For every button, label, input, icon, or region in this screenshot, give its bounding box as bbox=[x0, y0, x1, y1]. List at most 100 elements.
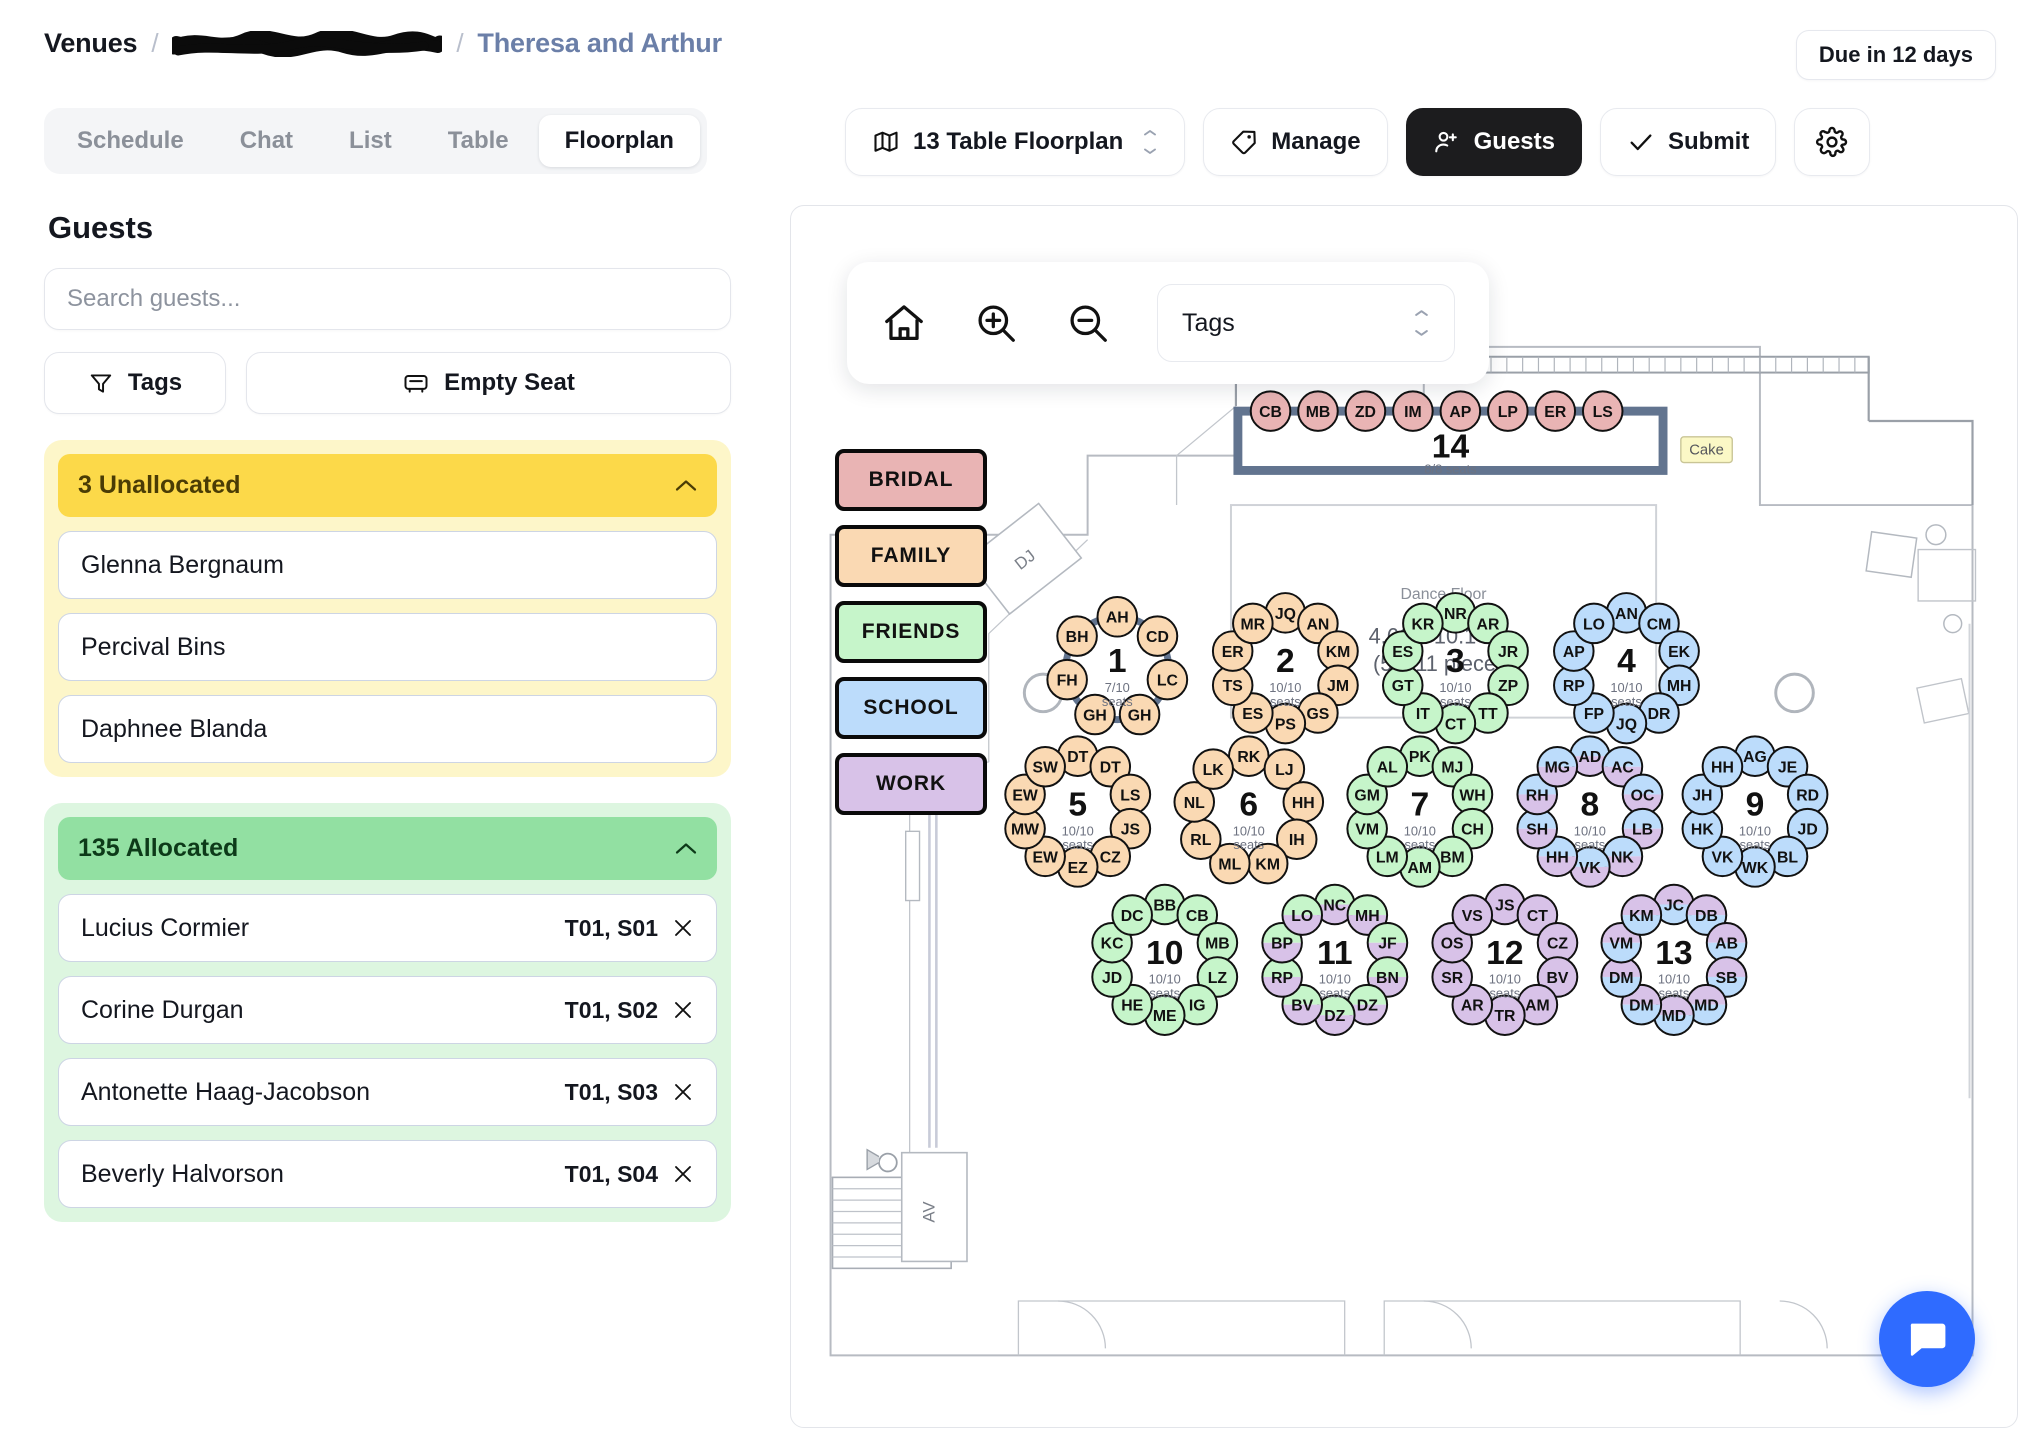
svg-text:HE: HE bbox=[1121, 998, 1143, 1015]
svg-text:LS: LS bbox=[1593, 404, 1613, 421]
unallocated-group-header[interactable]: 3 Unallocated bbox=[58, 454, 717, 517]
breadcrumb-current-event[interactable]: Theresa and Arthur bbox=[477, 28, 722, 59]
svg-text:KM: KM bbox=[1629, 908, 1654, 925]
svg-text:BH: BH bbox=[1066, 629, 1089, 646]
guests-button[interactable]: Guests bbox=[1405, 108, 1582, 176]
svg-text:PS: PS bbox=[1275, 716, 1296, 733]
table-11[interactable]: NC MH JF BN DZ DZ BV RP BP LO1110/10seats bbox=[1261, 883, 1409, 1036]
tag-chip-friends[interactable]: FRIENDS bbox=[835, 601, 987, 663]
remove-icon[interactable] bbox=[672, 1081, 694, 1103]
table-8[interactable]: AD AC OC LB NK VK HH SH RH MG 810/10seats bbox=[1516, 735, 1664, 888]
svg-text:seats: seats bbox=[1102, 694, 1133, 709]
svg-text:CT: CT bbox=[1527, 908, 1548, 925]
table-14[interactable]: CB MB ZD IM AP LP ER LS 148/8 seats bbox=[1233, 390, 1668, 476]
svg-text:10/10: 10/10 bbox=[1062, 823, 1094, 838]
svg-text:HH: HH bbox=[1292, 795, 1315, 812]
tag-chip-family[interactable]: FAMILY bbox=[835, 525, 987, 587]
svg-text:seats: seats bbox=[1740, 837, 1771, 852]
svg-text:VK: VK bbox=[1711, 849, 1734, 866]
svg-text:ZD: ZD bbox=[1355, 404, 1376, 421]
tag-chip-work[interactable]: WORK bbox=[835, 753, 987, 815]
empty-seat-button[interactable]: Empty Seat bbox=[246, 352, 731, 414]
remove-icon[interactable] bbox=[672, 1163, 694, 1185]
svg-text:EZ: EZ bbox=[1068, 860, 1089, 877]
tab-floorplan[interactable]: Floorplan bbox=[538, 115, 700, 167]
svg-text:10/10: 10/10 bbox=[1739, 823, 1771, 838]
allocated-group-header[interactable]: 135 Allocated bbox=[58, 817, 717, 880]
zoom-in-icon[interactable] bbox=[973, 300, 1019, 346]
breadcrumb-redacted-venue[interactable] bbox=[172, 30, 443, 57]
svg-text:10/10: 10/10 bbox=[1233, 823, 1265, 838]
table-6[interactable]: RK LJ HH IH KM ML RL NL LK 610/10seats bbox=[1173, 735, 1325, 885]
svg-text:AN: AN bbox=[1306, 616, 1329, 633]
svg-text:GS: GS bbox=[1306, 706, 1329, 723]
nav-row: Schedule Chat List Table Floorplan 13 Ta… bbox=[0, 105, 2036, 185]
svg-text:5: 5 bbox=[1068, 787, 1087, 824]
tag-chip-bridal[interactable]: BRIDAL bbox=[835, 449, 987, 511]
svg-text:AM: AM bbox=[1408, 860, 1433, 877]
floorplan-select[interactable]: 13 Table Floorplan bbox=[845, 108, 1186, 176]
table-2[interactable]: JQ AN KM JM GS PS ES TS ER MR 210/10seats bbox=[1211, 592, 1359, 745]
tab-schedule[interactable]: Schedule bbox=[51, 115, 210, 167]
floorplan-canvas[interactable]: DJ AV Dance Floor 4.61 x 10.142m (5 x 11 pie… bbox=[790, 205, 2018, 1428]
svg-text:ML: ML bbox=[1218, 857, 1241, 874]
list-item[interactable]: Glenna Bergnaum bbox=[58, 531, 717, 599]
submit-label: Submit bbox=[1668, 128, 1750, 155]
list-item[interactable]: Antonette Haag-Jacobson T01, S03 bbox=[58, 1058, 717, 1126]
guest-seat-label: T01, S04 bbox=[564, 1160, 658, 1187]
tab-list[interactable]: List bbox=[323, 115, 418, 167]
svg-text:LP: LP bbox=[1498, 404, 1518, 421]
chat-widget-button[interactable] bbox=[1879, 1291, 1975, 1387]
settings-button[interactable] bbox=[1794, 108, 1871, 176]
svg-text:WK: WK bbox=[1742, 860, 1769, 877]
list-item[interactable]: Corine Durgan T01, S02 bbox=[58, 976, 717, 1044]
floorplan-tags-select[interactable]: Tags bbox=[1157, 284, 1455, 362]
guest-seat: T01, S01 bbox=[565, 915, 694, 942]
filter-icon bbox=[90, 374, 112, 393]
breadcrumb-root[interactable]: Venues bbox=[44, 28, 138, 59]
tab-chat[interactable]: Chat bbox=[214, 115, 319, 167]
tags-filter-button[interactable]: Tags bbox=[44, 352, 226, 414]
tag-legend: BRIDAL FAMILY FRIENDS SCHOOL WORK bbox=[835, 449, 987, 829]
svg-text:MD: MD bbox=[1662, 1008, 1687, 1025]
table-5[interactable]: DT DT LS JSCZ EZ EW MW EW SW 510/10seats bbox=[1004, 735, 1152, 888]
table-9[interactable]: AG JE RD JDBL WK VK HK JH HH 910/10seats bbox=[1681, 735, 1829, 888]
remove-icon[interactable] bbox=[672, 917, 694, 939]
table-7[interactable]: PK MJ WH CH BM AM LM VM GM AL 710/10seats bbox=[1346, 735, 1494, 888]
tab-table[interactable]: Table bbox=[422, 115, 535, 167]
svg-text:GH: GH bbox=[1083, 707, 1107, 724]
guests-sidebar: Guests Tags Empty Seat 3 Unallocated Gle… bbox=[0, 200, 775, 1438]
list-item[interactable]: Beverly Halvorson T01, S04 bbox=[58, 1140, 717, 1208]
table-10[interactable]: BB CB MB LZIG ME HE JD KC DC1010/10seats bbox=[1091, 883, 1239, 1036]
list-item[interactable]: Percival Bins bbox=[58, 613, 717, 681]
table-4[interactable]: AN CM EK MH DR JQ FP RP AP LO 410/10seats bbox=[1553, 592, 1700, 745]
table-13[interactable]: JC DB AB SB MD MD DM DM VM KM1310/10seats bbox=[1600, 883, 1748, 1036]
svg-text:6: 6 bbox=[1239, 787, 1258, 824]
svg-text:BP: BP bbox=[1271, 936, 1293, 953]
list-item[interactable]: Daphnee Blanda bbox=[58, 695, 717, 763]
svg-text:MH: MH bbox=[1355, 908, 1380, 925]
svg-text:seats: seats bbox=[1611, 694, 1642, 709]
svg-text:CH: CH bbox=[1461, 822, 1484, 839]
table-1[interactable]: AH CD LC GH GH FH BH 17/10seats bbox=[1046, 596, 1189, 736]
submit-button[interactable]: Submit bbox=[1600, 108, 1777, 176]
svg-text:TR: TR bbox=[1494, 1008, 1516, 1025]
zoom-out-icon[interactable] bbox=[1065, 300, 1111, 346]
svg-text:NC: NC bbox=[1323, 897, 1346, 914]
list-item[interactable]: Lucius Cormier T01, S01 bbox=[58, 894, 717, 962]
svg-text:9: 9 bbox=[1746, 787, 1765, 824]
svg-text:MJ: MJ bbox=[1441, 760, 1463, 777]
svg-text:AV: AV bbox=[919, 1201, 938, 1223]
svg-text:AN: AN bbox=[1615, 606, 1638, 623]
manage-button[interactable]: Manage bbox=[1203, 108, 1388, 176]
svg-text:seats: seats bbox=[1062, 837, 1093, 852]
table-3[interactable]: NR AR JR ZPTT CT ITGT ES KR 310/10seats bbox=[1381, 592, 1529, 745]
remove-icon[interactable] bbox=[672, 999, 694, 1021]
svg-text:7: 7 bbox=[1410, 787, 1429, 824]
table-12[interactable]: JS CT CZ BV AM TR AR SR OS VS1210/10seats bbox=[1431, 883, 1579, 1036]
svg-text:JD: JD bbox=[1798, 822, 1818, 839]
guest-seat-label: T01, S01 bbox=[564, 914, 658, 941]
search-input[interactable] bbox=[44, 268, 731, 330]
tag-chip-school[interactable]: SCHOOL bbox=[835, 677, 987, 739]
home-icon[interactable] bbox=[881, 300, 927, 346]
